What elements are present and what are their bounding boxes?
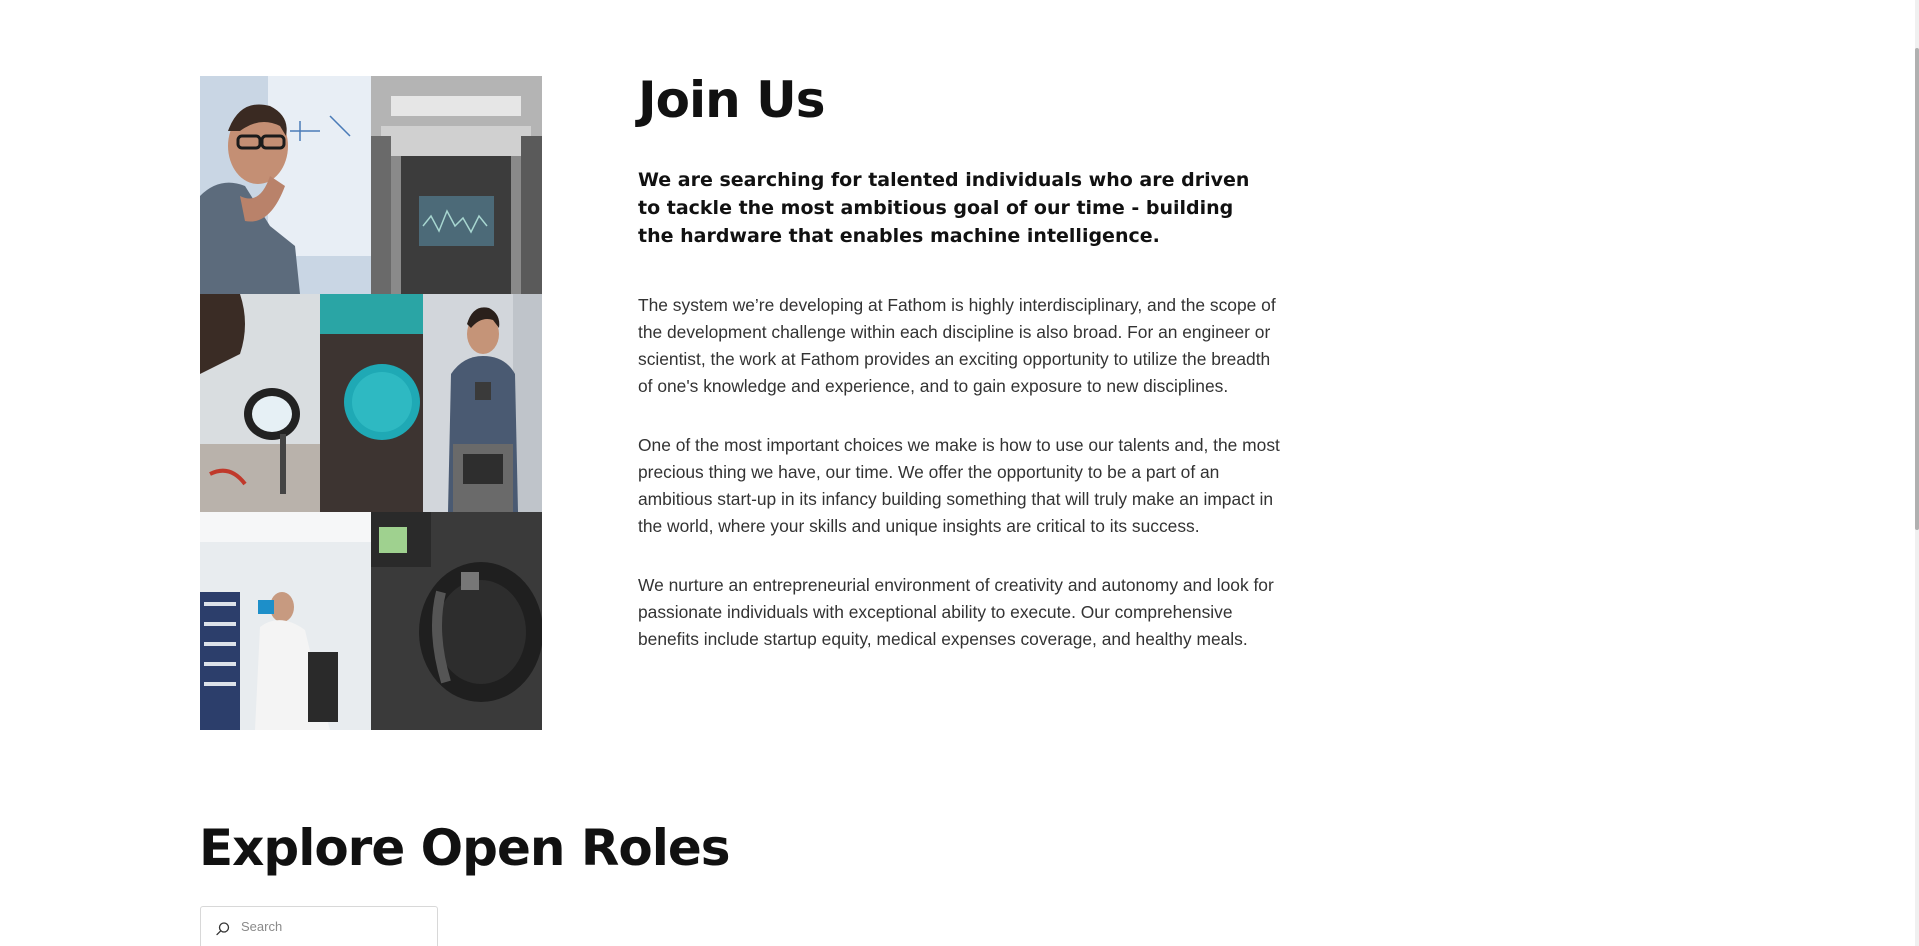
photo-teal-wafer: [320, 294, 423, 512]
photo-lens-closeup: [371, 512, 542, 730]
roles-search-box[interactable]: [200, 906, 438, 946]
roles-search-input[interactable]: [241, 915, 431, 937]
open-roles-heading: Explore Open Roles: [199, 819, 731, 877]
team-photo-collage: [200, 76, 542, 730]
join-us-lead: We are searching for talented individual…: [638, 169, 1250, 247]
photo-engineer-standing: [423, 294, 542, 512]
page-scrollbar[interactable]: [1915, 0, 1919, 946]
photo-engineer-whiteboard: [200, 76, 371, 294]
careers-page: Join Us We are searching for talented in…: [0, 0, 1919, 946]
photo-magnifier-work: [200, 294, 320, 512]
join-us-paragraph-2: One of the most important choices we mak…: [638, 435, 1280, 536]
join-us-heading: Join Us: [638, 71, 825, 129]
photo-lab-equipment: [371, 76, 542, 294]
photo-cleanroom-technician: [200, 512, 371, 730]
join-us-section: Join Us We are searching for talented in…: [638, 66, 1288, 653]
join-us-paragraph-1: The system we’re developing at Fathom is…: [638, 295, 1276, 396]
join-us-paragraph-3: We nurture an entrepreneurial environmen…: [638, 575, 1274, 649]
scrollbar-thumb[interactable]: [1915, 48, 1919, 530]
search-icon: [215, 921, 231, 937]
